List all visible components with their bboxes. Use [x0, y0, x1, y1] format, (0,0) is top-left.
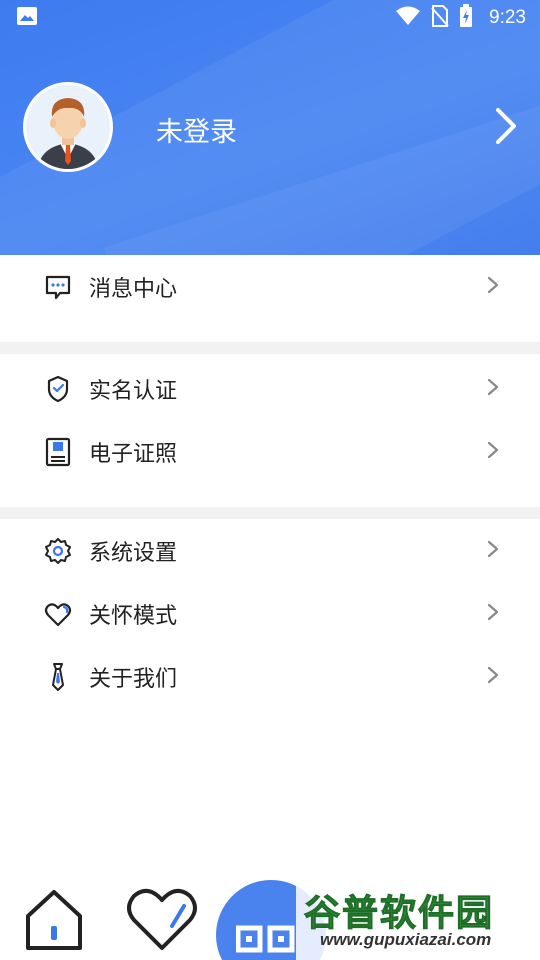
chevron-right-icon [486, 602, 500, 626]
document-card-icon [44, 437, 72, 466]
section-divider [0, 342, 540, 354]
profile-row[interactable]: 未登录 [0, 82, 540, 172]
menu-item-label: 关于我们 [89, 666, 178, 692]
menu-item-about-us[interactable]: 关于我们 [0, 645, 540, 708]
chevron-right-icon[interactable] [493, 106, 519, 150]
watermark-title: 谷普软件园 [303, 893, 495, 935]
watermark-url: www.gupuxiazai.com [320, 930, 492, 949]
menu-item-real-name[interactable]: 实名认证 [0, 357, 540, 420]
settings-menu: 消息中心 实名认证 电子证照 系统设置 关怀模式 关于我们 [0, 255, 540, 708]
heart-icon [44, 600, 72, 628]
chevron-right-icon [486, 440, 500, 464]
menu-item-e-license[interactable]: 电子证照 [0, 420, 540, 483]
user-avatar[interactable] [23, 82, 113, 172]
menu-item-label: 关怀模式 [89, 603, 178, 629]
menu-group-settings: 系统设置 关怀模式 关于我们 [0, 519, 540, 708]
login-status-text[interactable]: 未登录 [156, 110, 237, 149]
watermark: 谷普软件园 www.gupuxiazai.com [296, 880, 540, 960]
menu-item-label: 电子证照 [89, 441, 178, 467]
shield-check-icon [44, 375, 72, 403]
menu-item-message-center[interactable]: 消息中心 [0, 255, 540, 318]
message-icon [44, 273, 72, 301]
menu-item-label: 系统设置 [89, 540, 178, 566]
tie-icon [44, 662, 72, 691]
menu-group-messages: 消息中心 [0, 255, 540, 342]
chevron-right-icon [486, 275, 500, 299]
menu-item-label: 消息中心 [89, 276, 178, 302]
chevron-right-icon [486, 539, 500, 563]
menu-item-system-settings[interactable]: 系统设置 [0, 519, 540, 582]
image-icon [16, 6, 38, 30]
wifi-icon [395, 6, 421, 30]
menu-item-label: 实名认证 [89, 378, 178, 404]
heart-tab-icon[interactable] [124, 882, 200, 958]
battery-charging-icon [459, 4, 473, 32]
no-sim-icon [431, 5, 449, 31]
menu-item-care-mode[interactable]: 关怀模式 [0, 582, 540, 645]
chevron-right-icon [486, 665, 500, 689]
status-bar: 9:23 [0, 0, 540, 36]
gear-icon [44, 537, 72, 565]
section-divider [0, 507, 540, 519]
status-time: 9:23 [489, 7, 526, 28]
profile-header: 9:23 未登录 [0, 0, 540, 255]
chevron-right-icon [486, 377, 500, 401]
home-icon[interactable] [22, 886, 86, 956]
menu-group-identity: 实名认证 电子证照 [0, 354, 540, 507]
